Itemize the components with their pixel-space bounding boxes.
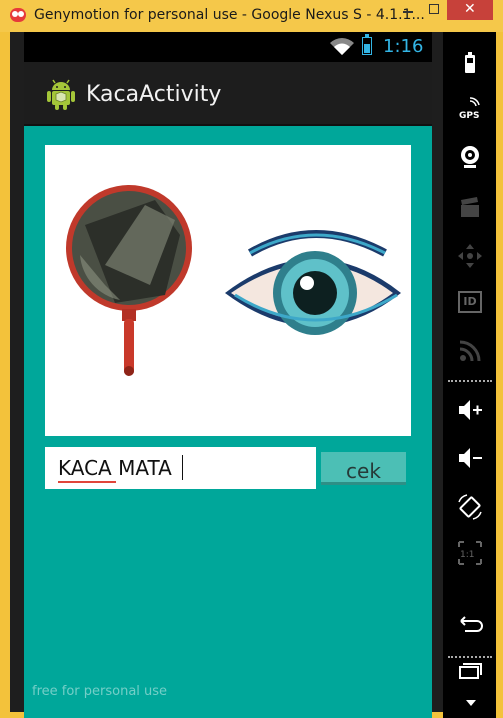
maximize-button[interactable] xyxy=(421,0,447,20)
close-button[interactable]: ✕ xyxy=(447,0,493,20)
wifi-icon xyxy=(330,38,354,55)
battery-control-icon[interactable] xyxy=(455,49,485,79)
text-caret xyxy=(182,455,183,480)
id-icon[interactable]: ID xyxy=(458,291,482,313)
rotate-icon[interactable] xyxy=(455,492,485,522)
image-card xyxy=(45,145,411,436)
genymotion-logo-icon xyxy=(10,8,26,22)
battery-icon xyxy=(362,34,372,55)
recent-apps-icon[interactable] xyxy=(455,657,485,687)
clapper-icon[interactable] xyxy=(455,193,485,223)
close-icon: ✕ xyxy=(464,1,476,17)
ratio-label: 1:1 xyxy=(460,550,475,560)
android-icon[interactable] xyxy=(44,78,78,110)
dpad-icon[interactable] xyxy=(455,241,485,271)
webcam-icon[interactable] xyxy=(455,143,485,173)
cek-button-label: cek xyxy=(346,459,381,483)
volume-down-icon[interactable] xyxy=(455,443,485,473)
watermark: free for personal use xyxy=(32,684,168,699)
volume-up-icon[interactable] xyxy=(455,395,485,425)
back-icon[interactable] xyxy=(455,609,485,639)
cek-button[interactable]: cek xyxy=(321,452,406,485)
spellcheck-underline xyxy=(58,481,116,483)
eye-image xyxy=(225,230,401,335)
minimize-button[interactable] xyxy=(395,0,421,20)
scroll-down-icon[interactable] xyxy=(466,700,476,706)
gps-label: GPS xyxy=(459,111,480,121)
mirror-and-eye-image xyxy=(66,185,401,376)
word-input-value[interactable]: KACA MATA xyxy=(58,456,172,480)
status-clock: 1:16 xyxy=(383,36,424,57)
rss-icon[interactable] xyxy=(455,336,485,366)
title-bar[interactable]: Genymotion for personal use - Google Nex… xyxy=(0,0,503,32)
app-title: KacaActivity xyxy=(86,82,222,107)
window-title: Genymotion for personal use - Google Nex… xyxy=(34,7,425,23)
sidebar-separator xyxy=(448,380,492,382)
hand-mirror-image xyxy=(66,185,192,376)
